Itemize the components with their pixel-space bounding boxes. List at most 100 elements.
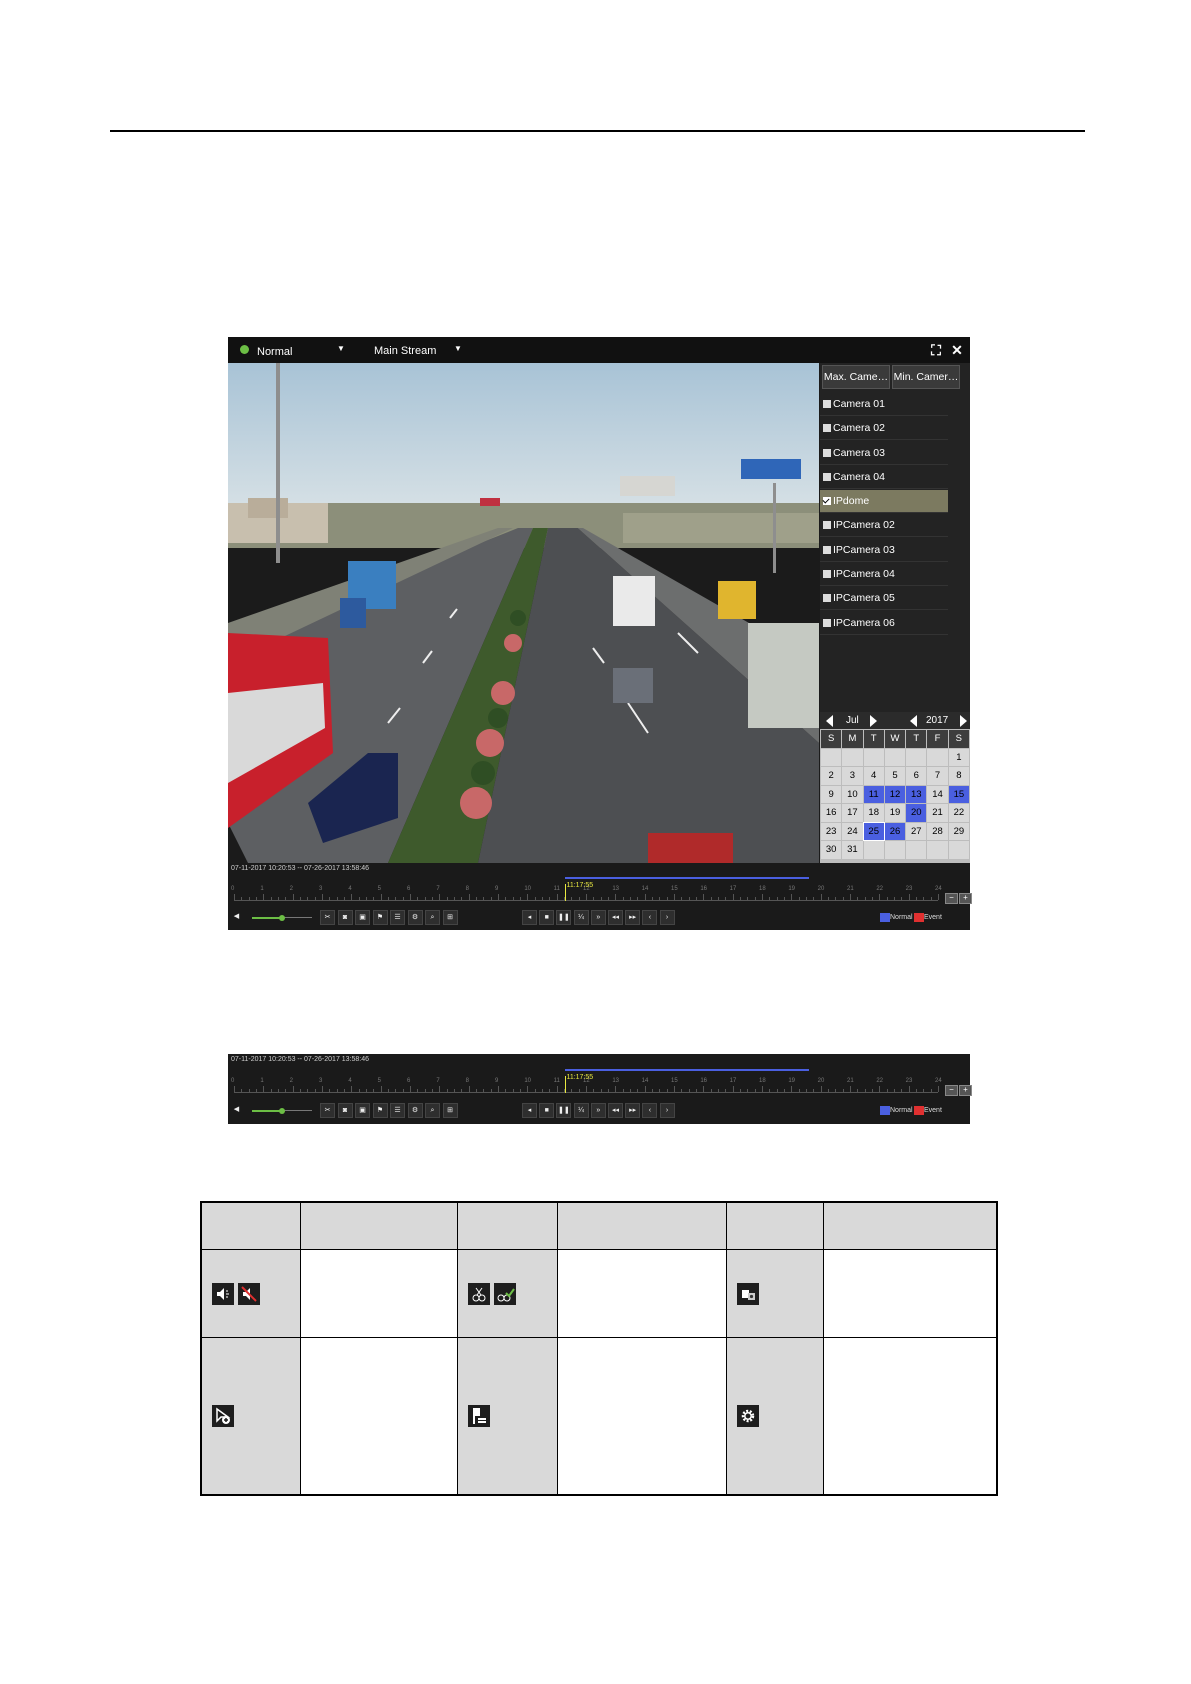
calendar-day[interactable]: 21 [927, 804, 948, 822]
next-year-icon[interactable] [960, 715, 967, 727]
calendar-day[interactable]: 15 [948, 785, 969, 803]
zoom-in-button[interactable]: + [959, 1085, 972, 1096]
checkbox-icon[interactable] [823, 570, 831, 579]
zoom-in-button[interactable]: + [959, 893, 972, 904]
forward-30s-icon[interactable]: ▸▸ [625, 1103, 641, 1118]
volume-track[interactable] [282, 1110, 312, 1111]
calendar-day[interactable]: 27 [906, 822, 927, 840]
checkbox-icon[interactable] [823, 618, 831, 627]
add-tag-icon[interactable]: ⚑ [372, 1103, 388, 1118]
calendar-day[interactable]: 9 [821, 785, 842, 803]
calendar-day[interactable]: 2 [821, 767, 842, 785]
next-day-icon[interactable]: › [659, 910, 675, 925]
camera-item[interactable]: IPCamera 05 [820, 587, 948, 611]
capture-icon[interactable]: ◙ [337, 1103, 353, 1118]
slow-forward-icon[interactable]: ¼ [573, 910, 589, 925]
calendar-day[interactable]: 4 [863, 767, 884, 785]
mode-select[interactable]: Normal [257, 346, 292, 358]
previous-day-icon[interactable]: ‹ [642, 1103, 658, 1118]
volume-track[interactable] [282, 917, 312, 918]
calendar-day[interactable]: 29 [948, 822, 969, 840]
checkbox-icon[interactable] [823, 521, 831, 530]
clip-icon[interactable]: ✂ [320, 1103, 335, 1118]
chevron-down-icon[interactable]: ▼ [337, 344, 345, 353]
zoom-icon[interactable]: ⌕ [425, 1103, 440, 1118]
pause-icon[interactable]: ❚❚ [556, 910, 572, 925]
slow-forward-icon[interactable]: ¼ [573, 1103, 589, 1118]
calendar-day[interactable]: 11 [863, 785, 884, 803]
calendar-day[interactable]: 18 [863, 804, 884, 822]
volume-slider[interactable] [252, 917, 282, 919]
calendar-day[interactable]: 20 [906, 804, 927, 822]
calendar-day[interactable]: 23 [821, 822, 842, 840]
calendar-day[interactable]: 7 [927, 767, 948, 785]
tag-list-icon[interactable]: ☰ [390, 910, 405, 925]
calendar-day[interactable]: 14 [927, 785, 948, 803]
volume-icon[interactable]: ◀ [230, 910, 243, 923]
calendar-day[interactable]: 25 [862, 821, 885, 841]
calendar-day[interactable]: 1 [948, 748, 969, 766]
checkbox-icon[interactable] [823, 448, 831, 457]
close-icon[interactable]: ✕ [949, 342, 965, 358]
fullscreen-icon[interactable]: ⛶ [928, 342, 944, 358]
stop-icon[interactable]: ■ [539, 910, 555, 925]
checkbox-checked-icon[interactable] [823, 497, 831, 506]
calendar-day[interactable]: 12 [884, 785, 906, 803]
settings-icon[interactable]: ⚙ [407, 910, 423, 925]
chevron-down-icon[interactable]: ▼ [454, 344, 462, 353]
zoom-out-button[interactable]: − [945, 1085, 958, 1096]
calendar-day[interactable]: 5 [884, 767, 906, 785]
lock-file-icon[interactable]: ⊞ [442, 910, 458, 925]
tag-list-icon[interactable]: ☰ [390, 1103, 405, 1118]
checkbox-icon[interactable] [823, 472, 831, 481]
pause-icon[interactable]: ❚❚ [556, 1103, 572, 1118]
reverse-play-icon[interactable]: ◂ [522, 910, 537, 925]
capture-picture-icon[interactable]: ▣ [355, 910, 370, 925]
volume-knob[interactable] [279, 915, 285, 921]
clip-icon[interactable]: ✂ [320, 910, 335, 925]
calendar-day[interactable]: 8 [948, 767, 969, 785]
checkbox-icon[interactable] [823, 545, 831, 554]
volume-knob[interactable] [279, 1108, 285, 1114]
next-month-icon[interactable] [870, 715, 877, 727]
previous-day-icon[interactable]: ‹ [642, 910, 658, 925]
volume-icon[interactable]: ◀ [230, 1103, 243, 1116]
stop-icon[interactable]: ■ [539, 1103, 555, 1118]
min-camera-button[interactable]: Min. Camer… [892, 365, 960, 389]
camera-item-selected[interactable]: IPdome [820, 490, 948, 514]
calendar-day[interactable]: 24 [842, 822, 863, 840]
camera-item[interactable]: IPCamera 03 [820, 539, 948, 562]
time-scale[interactable] [234, 900, 938, 901]
prev-month-icon[interactable] [826, 715, 833, 727]
camera-item[interactable]: Camera 01 [820, 393, 948, 416]
forward-30s-icon[interactable]: ▸▸ [625, 910, 641, 925]
fast-forward-icon[interactable]: » [590, 1103, 606, 1118]
camera-item[interactable]: Camera 02 [820, 417, 948, 441]
add-tag-icon[interactable]: ⚑ [372, 910, 388, 925]
settings-icon[interactable]: ⚙ [407, 1103, 423, 1118]
calendar-day[interactable]: 6 [906, 767, 927, 785]
checkbox-icon[interactable] [823, 594, 831, 603]
calendar-day[interactable]: 3 [842, 767, 863, 785]
camera-item[interactable]: Camera 04 [820, 466, 948, 489]
fast-forward-icon[interactable]: » [590, 910, 606, 925]
zoom-out-button[interactable]: − [945, 893, 958, 904]
capture-picture-icon[interactable]: ▣ [355, 1103, 370, 1118]
reverse-play-icon[interactable]: ◂ [522, 1103, 537, 1118]
calendar-day[interactable]: 19 [884, 804, 906, 822]
calendar-day[interactable]: 16 [821, 804, 842, 822]
calendar-day[interactable]: 31 [842, 841, 863, 859]
checkbox-icon[interactable] [823, 400, 831, 408]
calendar-day[interactable]: 22 [948, 804, 969, 822]
next-day-icon[interactable]: › [659, 1103, 675, 1118]
backward-30s-icon[interactable]: ◂◂ [608, 910, 623, 925]
lock-file-icon[interactable]: ⊞ [442, 1103, 458, 1118]
capture-icon[interactable]: ◙ [337, 910, 353, 925]
calendar-day[interactable]: 13 [906, 785, 927, 803]
checkbox-icon[interactable] [823, 424, 831, 433]
calendar-day[interactable]: 26 [884, 822, 906, 840]
backward-30s-icon[interactable]: ◂◂ [608, 1103, 623, 1118]
calendar-day[interactable]: 30 [821, 841, 842, 859]
time-scale[interactable] [234, 1092, 938, 1093]
prev-year-icon[interactable] [910, 715, 917, 727]
